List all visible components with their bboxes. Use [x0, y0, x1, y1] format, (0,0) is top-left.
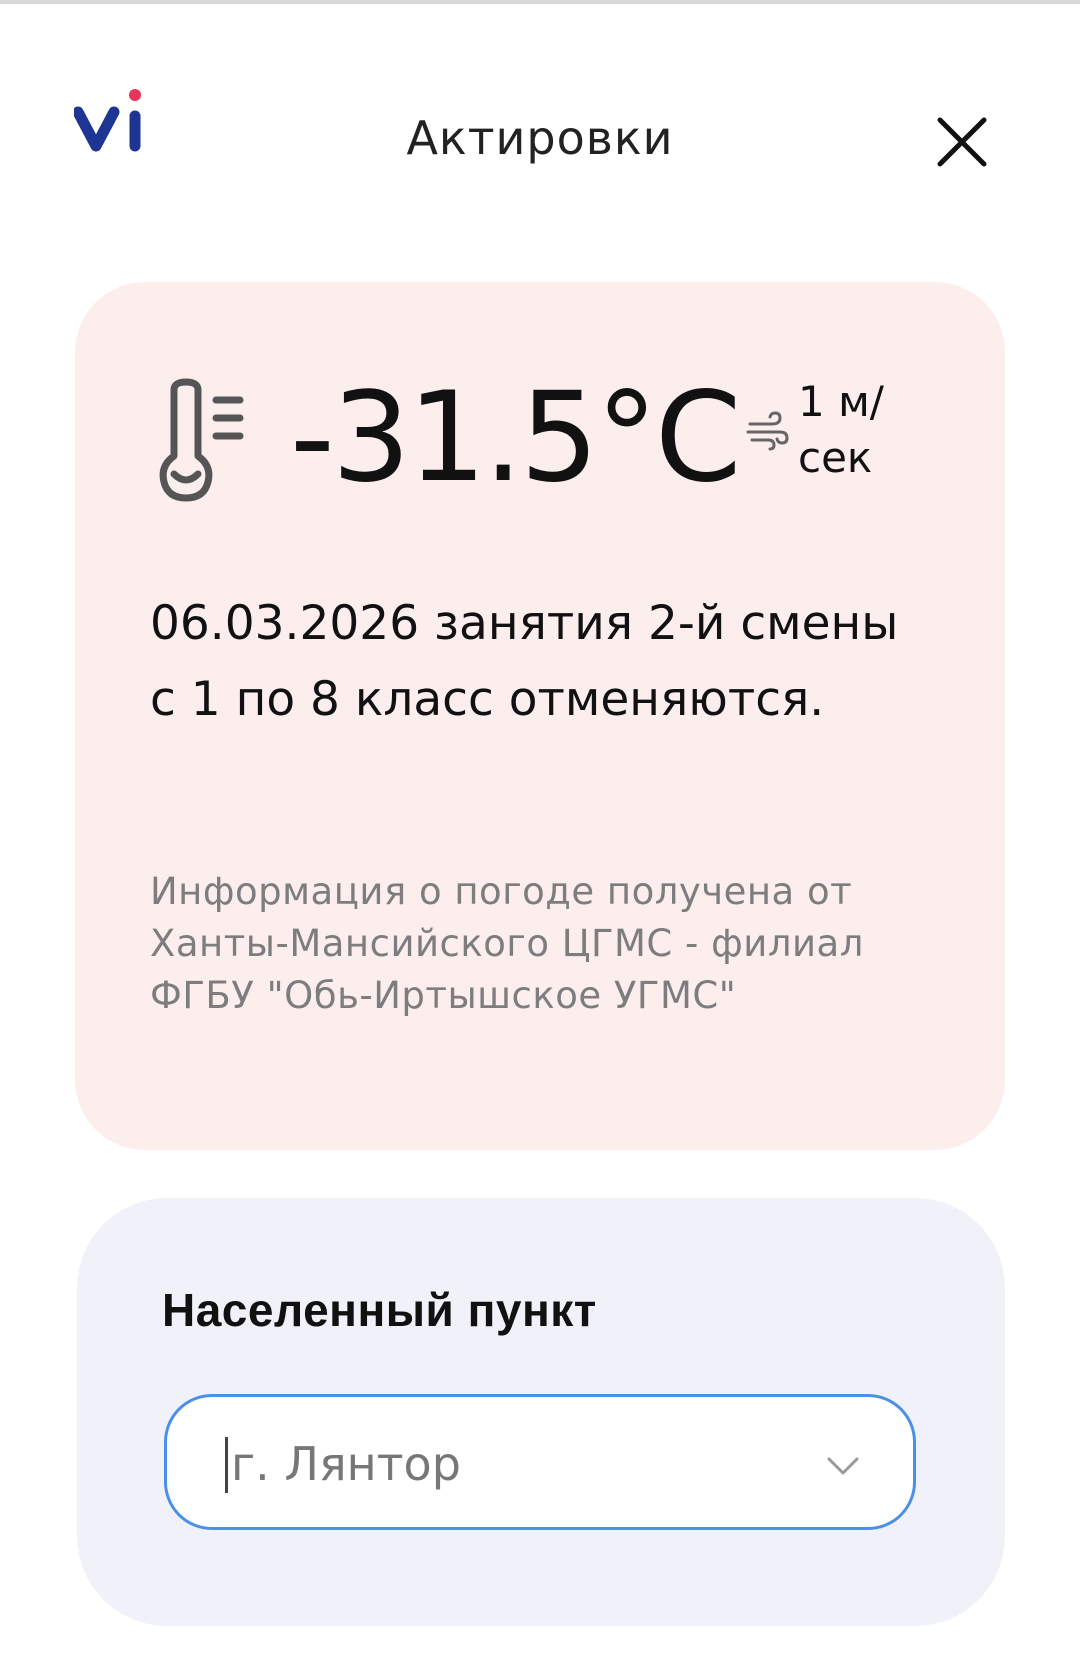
top-divider [0, 0, 1080, 4]
text-cursor [225, 1437, 228, 1493]
location-select-value: г. Лянтор [231, 1437, 461, 1491]
weather-source-info: Информация о погоде получена от Ханты-Ма… [150, 870, 864, 1017]
location-label: Населенный пункт [162, 1284, 597, 1336]
thermometer-icon [159, 378, 244, 502]
location-select[interactable]: г. Лянтор [164, 1394, 916, 1530]
chevron-down-icon [827, 1457, 859, 1475]
wind-speed: 1 м/сек [798, 377, 884, 482]
wind-icon [746, 411, 789, 451]
page-title: Актировки [406, 111, 674, 165]
close-icon[interactable] [930, 110, 994, 174]
cancellation-notice: 06.03.2026 занятия 2-й смены с 1 по 8 кл… [150, 596, 899, 727]
temperature-value: -31.5°C [290, 366, 741, 510]
